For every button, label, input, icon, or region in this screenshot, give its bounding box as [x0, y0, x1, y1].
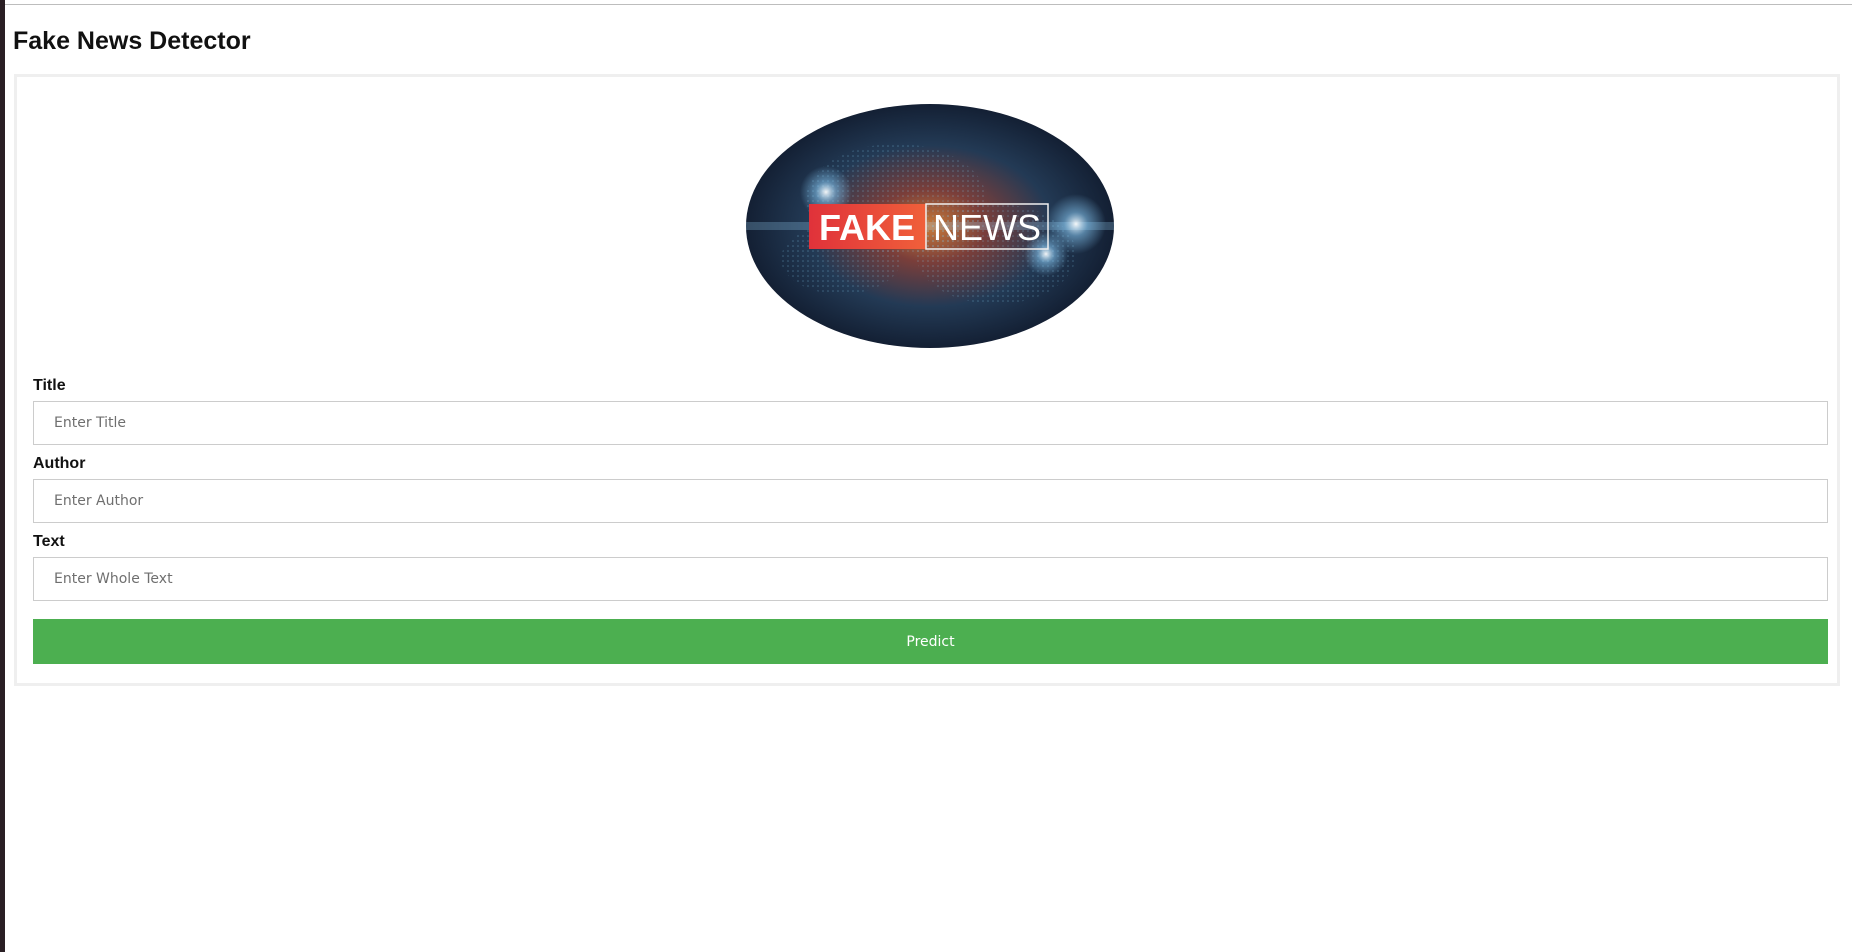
- logo-text-news: NEWS: [933, 207, 1041, 248]
- fake-news-logo: FAKE NEWS: [746, 104, 1114, 348]
- title-input[interactable]: [33, 401, 1828, 445]
- predict-button[interactable]: Predict: [33, 619, 1828, 664]
- author-input[interactable]: [33, 479, 1828, 523]
- text-input[interactable]: [33, 557, 1828, 601]
- title-label: Title: [33, 377, 66, 394]
- detector-form-card: FAKE NEWS Title Author Text Predict: [14, 74, 1840, 686]
- page: Fake News Detector FAKE NEWS Title Enter…: [5, 5, 1852, 952]
- author-label: Author: [33, 455, 86, 472]
- page-title: Fake News Detector: [13, 27, 251, 55]
- logo-text-fake: FAKE: [819, 207, 915, 248]
- text-label: Text: [33, 533, 65, 550]
